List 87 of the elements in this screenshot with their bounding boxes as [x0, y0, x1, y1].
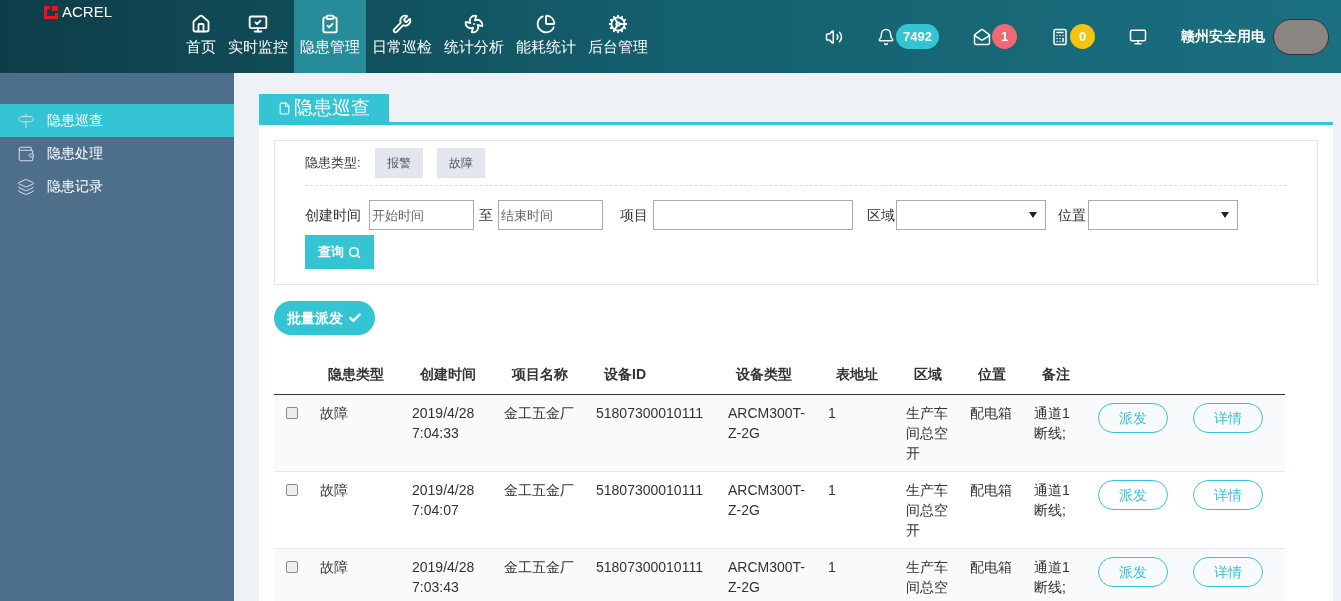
table-cell-text: 配电箱 — [970, 481, 1013, 500]
nav-tab[interactable]: 首页 — [180, 0, 222, 73]
logo-text: ACREL — [62, 3, 113, 21]
filter-label: 位置 — [1058, 205, 1086, 225]
filter-label: 区域 — [867, 205, 895, 225]
type-option[interactable]: 故障 — [436, 148, 485, 178]
table-cell-text: 金工五金厂 — [504, 481, 575, 500]
clipboard-check-icon — [320, 14, 340, 35]
count-badge: 0 — [1070, 24, 1095, 49]
count-badge: 1 — [992, 24, 1017, 49]
layers-icon — [17, 177, 35, 196]
column-header: 设备类型 — [734, 365, 793, 384]
table-cell-text: 51807300010111 — [596, 404, 704, 423]
filter-label: 至 — [479, 205, 493, 225]
column-header: 创建时间 — [419, 365, 477, 384]
column-header: 隐患类型 — [327, 365, 385, 384]
table-cell-text: 故障 — [320, 558, 349, 577]
table-cell-text: 51807300010111 — [596, 481, 704, 500]
table-cell-text: 配电箱 — [970, 404, 1013, 423]
logo-icon — [44, 6, 58, 19]
signpost-icon — [17, 111, 35, 130]
dropdown-arrow-icon — [1029, 212, 1037, 218]
table-cell-text: 通道1断线; — [1034, 558, 1071, 597]
column-header: 设备ID — [602, 365, 647, 384]
table-cell-text: 通道1断线; — [1034, 404, 1071, 443]
table-cell-text: 生产车间总空 — [906, 558, 949, 597]
search-icon — [348, 245, 361, 259]
nav-tab[interactable]: 隐患管理 — [294, 0, 366, 73]
check-icon — [348, 311, 362, 325]
nav-tab[interactable]: 日常巡检 — [366, 0, 438, 73]
location-select[interactable] — [1088, 200, 1238, 230]
column-header: 项目名称 — [510, 365, 569, 384]
table-cell-text: 2019/4/28 7:03:43 — [412, 558, 476, 597]
count-badge: 7492 — [896, 24, 939, 49]
type-option[interactable]: 报警 — [374, 148, 423, 178]
table-cell-text: 通道1断线; — [1034, 481, 1071, 520]
table-cell-text: ARCM300T-Z-2G — [728, 404, 807, 443]
gear-icon — [608, 14, 628, 35]
avatar-photo-placeholder[interactable] — [1273, 18, 1329, 55]
pie-chart-icon — [536, 14, 556, 35]
table-cell-text: 1 — [828, 481, 837, 500]
table-cell-text: 1 — [828, 558, 837, 577]
column-header: 表地址 — [835, 365, 879, 384]
document-icon — [278, 101, 291, 115]
filter-label: 隐患类型: — [305, 154, 361, 173]
wallet-icon — [17, 144, 35, 163]
column-header: 备注 — [1041, 365, 1071, 384]
dropdown-arrow-icon — [1221, 212, 1229, 218]
table-cell-text: 生产车间总空开 — [906, 481, 949, 540]
table-cell-text: ARCM300T-Z-2G — [728, 558, 807, 597]
home-icon — [191, 14, 211, 35]
table-cell-text: ARCM300T-Z-2G — [728, 481, 807, 520]
fan-icon — [464, 14, 484, 35]
calculator-icon[interactable] — [1051, 27, 1069, 46]
table-cell-text: 2019/4/28 7:04:33 — [412, 404, 476, 443]
envelope-icon[interactable] — [973, 27, 991, 46]
start-time-field[interactable]: 开始时间 — [369, 200, 474, 230]
column-header: 位置 — [977, 365, 1007, 384]
row-checkbox[interactable] — [286, 484, 298, 496]
row-checkbox[interactable] — [286, 561, 298, 573]
table-cell-text: 故障 — [320, 481, 349, 500]
nav-tab[interactable]: 能耗统计 — [510, 0, 582, 73]
area-select[interactable] — [896, 200, 1046, 230]
column-header: 区域 — [913, 365, 943, 384]
sidebar-item[interactable]: 隐患处理 — [0, 137, 234, 170]
project-field[interactable] — [653, 200, 853, 230]
table-cell-text: 金工五金厂 — [504, 558, 575, 577]
end-time-field[interactable]: 结束时间 — [498, 200, 603, 230]
table-cell-text: 1 — [828, 404, 837, 423]
row-checkbox[interactable] — [286, 407, 298, 419]
table-cell-text: 生产车间总空开 — [906, 404, 949, 463]
table-cell-text: 2019/4/28 7:04:07 — [412, 481, 476, 520]
table-cell-text: 金工五金厂 — [504, 404, 575, 423]
table-cell-text: 51807300010111 — [596, 558, 704, 577]
nav-tab[interactable]: 后台管理 — [582, 0, 654, 73]
table-cell-text: 配电箱 — [970, 558, 1013, 577]
bell-icon[interactable] — [877, 27, 896, 46]
user-name[interactable]: 赣州安全用电 — [1181, 26, 1265, 47]
speaker-icon[interactable] — [825, 27, 844, 46]
nav-tab[interactable]: 实时监控 — [222, 0, 294, 73]
sidebar-item[interactable]: 隐患记录 — [0, 170, 234, 203]
wrench-icon — [392, 14, 412, 35]
nav-tab[interactable]: 统计分析 — [438, 0, 510, 73]
filter-label: 项目 — [620, 205, 648, 225]
table-cell-text: 故障 — [320, 404, 349, 423]
monitor-icon[interactable] — [1129, 27, 1147, 46]
filter-label: 创建时间 — [305, 205, 361, 225]
